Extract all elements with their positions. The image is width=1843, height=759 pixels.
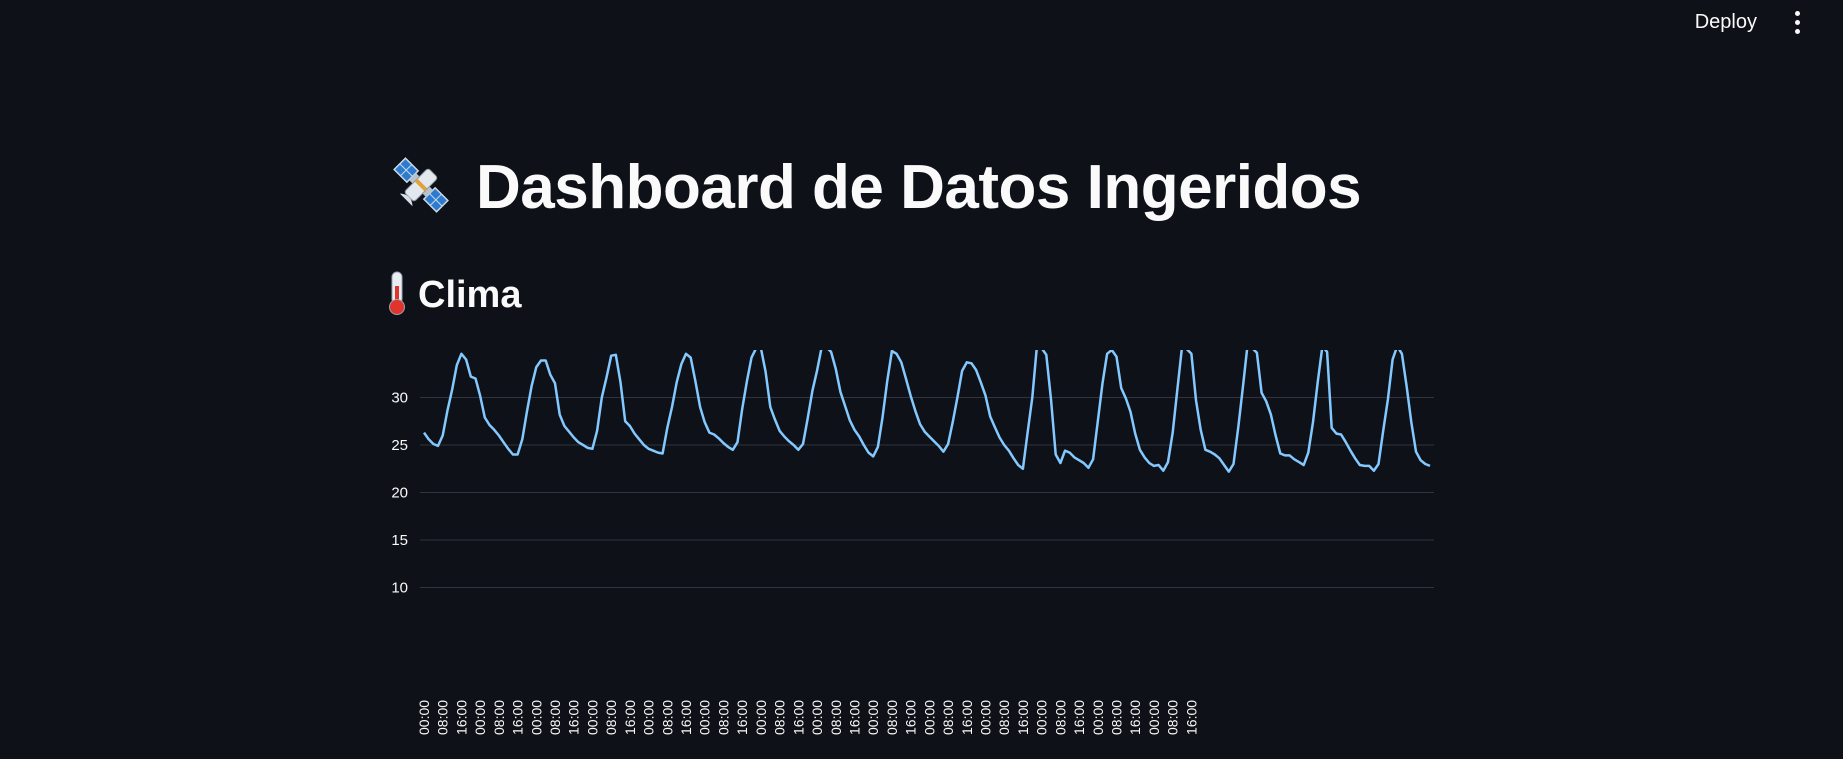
x-tick-label: 08:00	[491, 700, 507, 735]
x-tick-label: 16:00	[510, 700, 526, 735]
x-tick-label: 08:00	[547, 700, 563, 735]
x-tick-label: 16:00	[847, 700, 863, 735]
top-toolbar: Deploy	[1685, 0, 1843, 44]
series-line	[422, 350, 1431, 473]
x-tick-label: 00:00	[472, 700, 488, 735]
x-tick-label: 08:00	[1109, 700, 1125, 735]
y-tick-label: 20	[391, 485, 408, 502]
x-tick-label: 16:00	[903, 700, 919, 735]
x-tick-label: 00:00	[641, 700, 657, 735]
page-title-text: Dashboard de Datos Ingeridos	[476, 153, 1362, 222]
x-tick-label: 00:00	[1090, 700, 1106, 735]
x-tick-label: 00:00	[753, 700, 769, 735]
x-tick-label: 00:00	[921, 700, 937, 735]
x-tick-label: 08:00	[772, 700, 788, 735]
x-tick-label: 08:00	[1052, 700, 1068, 735]
page-title: Dashboard de Datos Ingeridos	[386, 150, 1362, 225]
x-tick-label: 16:00	[1183, 700, 1199, 735]
y-tick-label: 15	[391, 532, 408, 549]
x-tick-label: 16:00	[1127, 700, 1143, 735]
weather-chart[interactable]: 10 15 20 25 30 00:00 08:00 16:00 00:00 08:00 16:00…	[350, 330, 1440, 759]
x-tick-label: 00:00	[584, 700, 600, 735]
x-tick-label: 08:00	[884, 700, 900, 735]
x-tick-label: 00:00	[809, 700, 825, 735]
x-tick-label: 00:00	[416, 700, 432, 735]
x-tick-label: 00:00	[1146, 700, 1162, 735]
section-header: Clima	[386, 270, 521, 321]
x-tick-label: 16:00	[622, 700, 638, 735]
x-tick-label: 00:00	[697, 700, 713, 735]
x-tick-label: 08:00	[659, 700, 675, 735]
y-tick-label: 10	[391, 580, 408, 597]
x-tick-label: 16:00	[566, 700, 582, 735]
x-tick-label: 16:00	[734, 700, 750, 735]
x-tick-label: 00:00	[978, 700, 994, 735]
x-tick-label: 08:00	[603, 700, 619, 735]
x-tick-label: 16:00	[1071, 700, 1087, 735]
y-tick-label: 30	[391, 390, 408, 407]
thermometer-icon	[386, 270, 408, 321]
y-tick-label: 25	[391, 437, 408, 454]
x-tick-label: 16:00	[959, 700, 975, 735]
x-tick-label: 16:00	[1015, 700, 1031, 735]
section-title: Clima	[418, 274, 522, 316]
x-tick-label: 16:00	[678, 700, 694, 735]
x-tick-label: 16:00	[453, 700, 469, 735]
x-tick-label: 00:00	[1034, 700, 1050, 735]
x-tick-label: 08:00	[940, 700, 956, 735]
x-tick-label: 08:00	[996, 700, 1012, 735]
x-tick-label: 08:00	[828, 700, 844, 735]
line-chart-svg: 101520253000:00 08:00 16:00 00:00 08:00 16:00…	[391, 350, 1434, 735]
x-tick-label: 00:00	[528, 700, 544, 735]
x-tick-label: 08:00	[435, 700, 451, 735]
x-tick-label: 16:00	[790, 700, 806, 735]
x-tick-label: 08:00	[1165, 700, 1181, 735]
kebab-menu-icon[interactable]	[1785, 7, 1809, 37]
satellite-icon	[386, 150, 456, 225]
deploy-button[interactable]: Deploy	[1685, 5, 1767, 40]
x-tick-label: 00:00	[865, 700, 881, 735]
x-tick-label: 08:00	[716, 700, 732, 735]
